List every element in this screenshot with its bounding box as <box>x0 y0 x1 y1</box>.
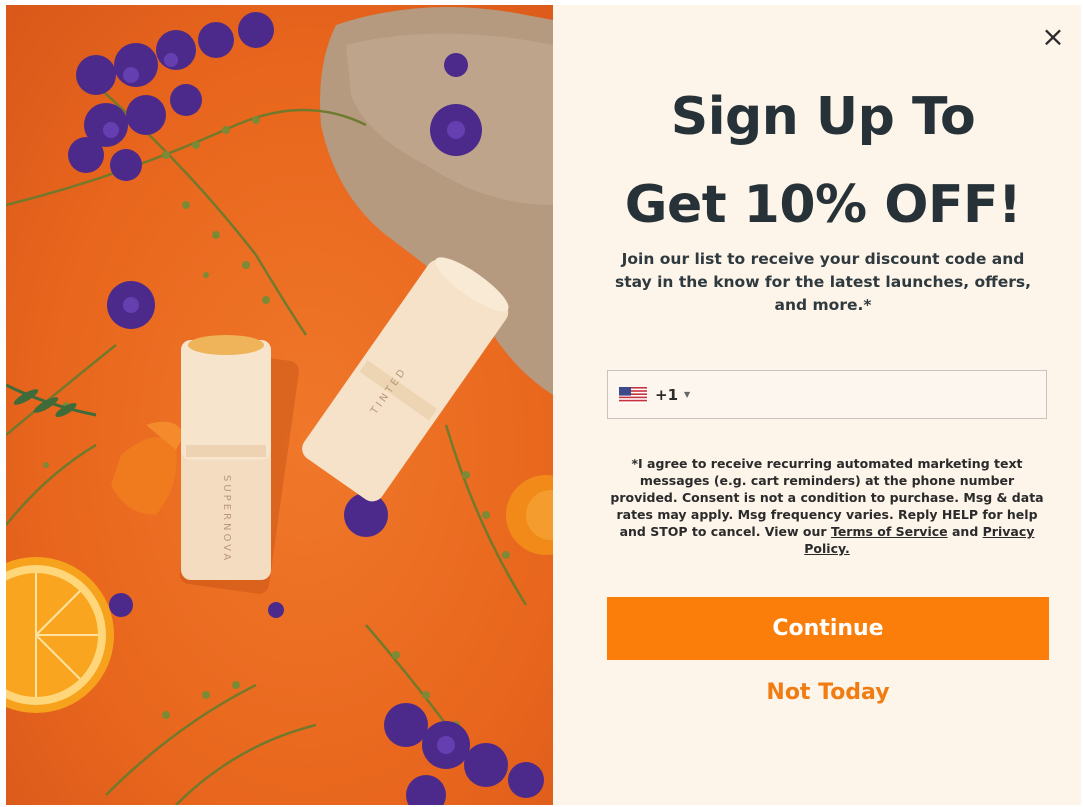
product-stick-right: TINTED <box>302 257 509 502</box>
country-code-select[interactable]: +1 ▼ <box>608 371 690 418</box>
sms-consent-text: *I agree to receive recurring automated … <box>610 456 1044 556</box>
headline: Sign Up To Get 10% OFF! <box>553 73 1081 249</box>
headline-line-1: Sign Up To <box>670 87 976 147</box>
signup-form-panel: × Sign Up To Get 10% OFF! Join our list … <box>553 5 1081 805</box>
product-illustration: SUPERNOVA TINTED <box>6 7 553 805</box>
dial-code: +1 <box>655 385 679 404</box>
headline-line-2: Get 10% OFF! <box>624 175 1022 235</box>
subheadline: Join our list to receive your discount c… <box>615 250 1031 314</box>
svg-text:SUPERNOVA: SUPERNOVA <box>221 475 232 563</box>
continue-button[interactable]: Continue <box>607 597 1049 660</box>
us-flag-icon <box>619 386 647 403</box>
product-image: SUPERNOVA TINTED <box>6 5 553 805</box>
phone-number-input[interactable] <box>690 370 1046 419</box>
product-stick-left: SUPERNOVA <box>181 335 271 580</box>
phone-field: +1 ▼ <box>607 370 1047 419</box>
signup-popup: SUPERNOVA TINTED × Sign Up To Get 10% OF… <box>6 5 1081 805</box>
terms-of-service-link[interactable]: Terms of Service <box>831 524 948 539</box>
not-today-button[interactable]: Not Today <box>607 680 1049 705</box>
close-icon[interactable]: × <box>1037 21 1069 53</box>
